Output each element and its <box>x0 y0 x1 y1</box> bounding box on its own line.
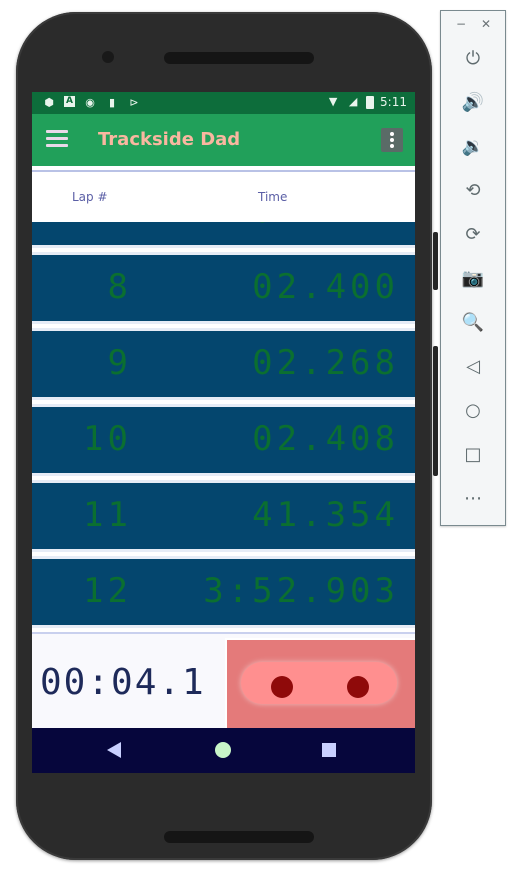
recents-nav-icon[interactable] <box>322 743 336 757</box>
lap-list[interactable]: 7 02.277 8 02.400 9 02.268 10 02.408 11 … <box>32 222 415 632</box>
volume-side-button <box>433 346 438 476</box>
status-time: 5:11 <box>380 95 407 109</box>
rotate-left-icon[interactable]: ⟲ <box>458 175 488 205</box>
menu-icon[interactable] <box>46 130 68 150</box>
running-timer: 00:04.1 <box>40 662 206 703</box>
lap-time: 02.408 <box>252 419 399 459</box>
home-nav-icon[interactable] <box>215 742 231 758</box>
rotate-right-icon[interactable]: ⟳ <box>458 219 488 249</box>
wifi-icon: ▼ <box>328 95 338 108</box>
lap-row[interactable]: 7 02.277 <box>32 222 415 248</box>
lap-number: 10 <box>83 419 132 459</box>
signal-icon: ◢ <box>348 95 358 108</box>
close-icon[interactable]: ✕ <box>481 17 491 31</box>
lap-row[interactable]: 8 02.400 <box>32 252 415 324</box>
circle-icon: ◉ <box>85 96 95 109</box>
camera-icon[interactable]: 📷 <box>458 263 488 293</box>
toggle-dot <box>347 676 369 698</box>
shield-icon: ⬢ <box>44 96 54 109</box>
play-icon: ⊳ <box>129 96 139 109</box>
power-icon[interactable]: ⏻ <box>458 43 488 73</box>
device-screen: ⬢ A ◉ ▮ ⊳ ▼ ◢ 5:11 Trackside Dad Lap # T… <box>32 92 415 773</box>
lap-time: 3:52.903 <box>203 571 399 611</box>
lap-row[interactable]: 12 3:52.903 <box>32 556 415 628</box>
lap-number: 7 <box>108 222 132 231</box>
overview-icon[interactable]: □ <box>458 439 488 469</box>
lap-time: 02.277 <box>252 222 399 231</box>
lap-number: 8 <box>107 267 132 307</box>
lap-number: 12 <box>83 571 132 611</box>
lap-time: 02.268 <box>252 343 399 383</box>
lap-time: 02.400 <box>252 267 399 307</box>
sd-card-icon: ▮ <box>108 96 116 109</box>
timer-panel: 00:04.1 <box>32 632 415 730</box>
lap-row[interactable]: 9 02.268 <box>32 328 415 400</box>
back-icon[interactable]: ◁ <box>458 351 488 381</box>
lap-row[interactable]: 11 41.354 <box>32 480 415 552</box>
volume-down-icon[interactable]: 🔉 <box>458 131 488 161</box>
more-icon[interactable]: ⋯ <box>458 483 488 513</box>
bottom-speaker <box>164 831 314 843</box>
lap-time: 41.354 <box>252 495 399 535</box>
app-bar: Trackside Dad <box>32 114 415 166</box>
lap-column-header: Lap # <box>72 190 108 204</box>
status-bar: ⬢ A ◉ ▮ ⊳ ▼ ◢ 5:11 <box>32 92 415 114</box>
zoom-icon[interactable]: 🔍 <box>458 307 488 337</box>
power-side-button <box>433 232 438 290</box>
lap-row[interactable]: 10 02.408 <box>32 404 415 476</box>
front-camera <box>102 51 114 63</box>
minimize-icon[interactable]: − <box>456 17 466 31</box>
battery-icon <box>366 95 375 109</box>
emulator-toolbar: − ✕ ⏻ 🔊 🔉 ⟲ ⟳ 📷 🔍 ◁ ○ □ ⋯ <box>440 10 506 526</box>
toggle-dot <box>271 676 293 698</box>
lap-button[interactable] <box>225 638 415 730</box>
volume-up-icon[interactable]: 🔊 <box>458 87 488 117</box>
overflow-menu-icon[interactable] <box>381 128 403 152</box>
lap-number: 9 <box>107 343 132 383</box>
lap-table-header: Lap # Time <box>32 170 415 224</box>
top-speaker <box>164 52 314 64</box>
lap-toggle-graphic <box>241 662 397 704</box>
time-column-header: Time <box>258 190 288 204</box>
back-nav-icon[interactable] <box>107 742 121 758</box>
lap-number: 11 <box>83 495 132 535</box>
navigation-bar <box>32 728 415 773</box>
a-icon: A <box>64 96 75 107</box>
app-title: Trackside Dad <box>98 129 241 150</box>
home-icon[interactable]: ○ <box>458 395 488 425</box>
